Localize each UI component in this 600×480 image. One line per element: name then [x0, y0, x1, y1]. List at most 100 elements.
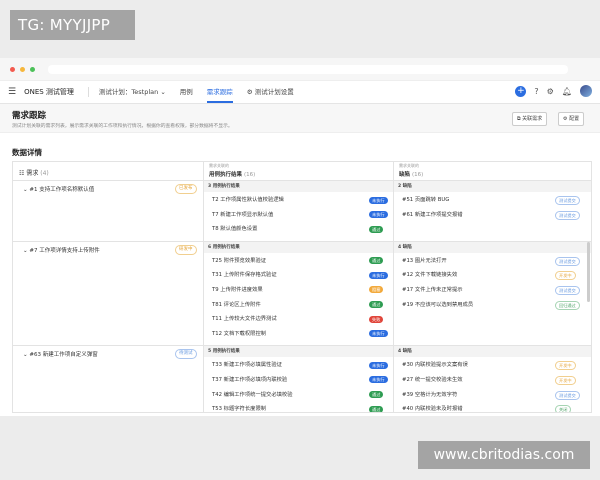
req-count: (4)	[40, 170, 49, 177]
case-group-header: 5 用例执行结果	[204, 346, 393, 358]
case-count: (16)	[243, 172, 256, 178]
case-row[interactable]: T8 默认值颜色设置	[212, 222, 257, 236]
nav-divider	[87, 87, 89, 97]
req-title-text: #1 支持工作项名称默认值	[29, 187, 95, 193]
bug-row[interactable]: #19 不应该可以选到禁用成员	[402, 298, 473, 312]
gear-icon: ⚙	[246, 88, 253, 96]
case-group-header: 3 用例执行结果	[204, 181, 393, 192]
case-status-badge: 未执行	[369, 211, 388, 219]
req-group: ⌄ #7 工作项详情支持上传附件 研发中 6 用例执行结果 4 缺陷 T25 附件预览效…	[13, 241, 591, 347]
menu-icon[interactable]: ☰	[8, 87, 16, 97]
case-status-badge: 未执行	[369, 330, 388, 338]
bug-row[interactable]: #40 内联校验未及时报错	[402, 402, 463, 412]
config-button[interactable]: ⚙ 配置	[558, 112, 585, 126]
bug-header-sub: 需求关联的	[399, 163, 419, 168]
address-bar[interactable]	[48, 64, 568, 74]
column-divider	[203, 162, 204, 412]
case-row[interactable]: T42 编辑工作项统一提交必填校验	[212, 388, 293, 402]
close-dot[interactable]	[10, 66, 15, 72]
page-title: 需求跟踪	[12, 111, 47, 121]
case-status-badge: 通过	[369, 257, 384, 265]
page-description: 测试计划关联的需求列表，展示需求关联的工作项和执行情况，根据你的查看权限，部分数…	[12, 124, 233, 129]
case-row[interactable]: T2 工作项属性默认值校验逻辑	[212, 193, 284, 207]
req-title[interactable]: ⌄ #1 支持工作项名称默认值	[23, 185, 94, 193]
case-status-badge: 未执行	[369, 271, 388, 279]
bug-row[interactable]: #12 文件下载链接失效	[402, 268, 457, 282]
req-status-badge: 待测试	[175, 349, 197, 360]
link-req-button[interactable]: ⧉ 关联需求	[512, 112, 548, 126]
case-group-header: 6 用例执行结果	[204, 241, 393, 253]
avatar[interactable]	[580, 85, 592, 97]
case-row[interactable]: T37 新建工作项必填项内联校验	[212, 373, 287, 387]
page-header: 需求跟踪 测试计划关联的需求列表，展示需求关联的工作项和执行情况，根据你的查看权…	[0, 104, 600, 133]
req-title[interactable]: ⌄ #7 工作项详情支持上传附件	[23, 246, 100, 254]
settings-icon[interactable]: ⚙	[547, 87, 554, 96]
case-row[interactable]: T25 附件预览效果验证	[212, 254, 266, 268]
case-row[interactable]: T11 上传较大文件边界测试	[212, 312, 277, 326]
case-status-badge: 通过	[369, 225, 384, 233]
bell-icon[interactable]: 🔔︎	[562, 87, 572, 96]
bug-group-header: 2 缺陷	[394, 181, 591, 192]
tab-req-trace[interactable]: 需求跟踪	[206, 81, 233, 103]
scrollbar[interactable]	[587, 242, 590, 302]
gear-icon: ⚙	[563, 116, 568, 122]
bug-column-header: 缺陷 (16)	[399, 170, 423, 178]
case-row[interactable]: T9 上传附件进度效果	[212, 283, 263, 297]
case-status-badge: 通过	[369, 301, 384, 309]
trace-table: ☷ 需求 (4) 需求关联的 用例执行结果 (16) 需求关联的 缺陷 (16)…	[12, 161, 592, 413]
link-icon: ⧉	[517, 116, 521, 122]
case-row[interactable]: T31 上传附件保存格式验证	[212, 268, 277, 282]
req-title-text: #7 工作项详情支持上传附件	[29, 247, 100, 254]
req-title[interactable]: ⌄ #63 新建工作项自定义弹窗	[23, 350, 98, 358]
plan-selector[interactable]: 测试计划：Testplan ⌄	[99, 81, 166, 103]
req-group: ⌄ #1 支持工作项名称默认值 已发布 3 用例执行结果 2 缺陷 T2 工作项属性默认…	[13, 181, 591, 242]
tab-plan-settings[interactable]: ⚙ 测试计划设置	[247, 81, 294, 103]
link-req-label: 关联需求	[522, 116, 543, 122]
bug-row[interactable]: #39 空格计为无效字符	[402, 388, 457, 402]
tab-cases[interactable]: 用例	[180, 81, 193, 103]
bug-row[interactable]: #27 统一提交校验未生效	[402, 373, 463, 387]
add-icon[interactable]: +	[515, 85, 527, 97]
bug-status-badge: 测试提交	[555, 196, 580, 205]
bug-row[interactable]: #17 文件上传未正常提示	[402, 283, 463, 297]
bug-status-badge: 开发中	[555, 375, 576, 385]
help-icon[interactable]: ?	[534, 87, 538, 96]
case-status-badge: 未执行	[369, 361, 388, 369]
case-row[interactable]: T12 文档下载权限控制	[212, 327, 266, 341]
table-body: ⌄ #1 支持工作项名称默认值 已发布 3 用例执行结果 2 缺陷 T2 工作项属性默认…	[13, 181, 591, 412]
bug-row[interactable]: #61 新建工作项提交报错	[402, 208, 463, 222]
case-row[interactable]: T53 标题字符长度限制	[212, 402, 266, 412]
req-header-label: 需求	[26, 170, 39, 177]
case-status-badge: 失败	[369, 315, 384, 323]
case-row[interactable]: T81 评论区上传附件	[212, 298, 261, 312]
bug-header-label: 缺陷	[399, 172, 411, 178]
bug-status-badge: 测试提交	[555, 210, 580, 220]
bug-row[interactable]: #51 页面跳转 BUG	[402, 193, 449, 207]
case-status-badge: 通过	[369, 391, 384, 399]
minimize-dot[interactable]	[20, 66, 25, 72]
bug-status-badge: 测试提交	[555, 390, 580, 400]
browser-chrome	[0, 58, 600, 81]
req-status-badge: 已发布	[175, 184, 197, 194]
case-row[interactable]: T33 新建工作项必填属性验证	[212, 358, 282, 372]
bug-status-badge: 测试提交	[555, 285, 580, 295]
section-title: 数据详情	[12, 148, 42, 157]
req-group: ⌄ #63 新建工作项自定义弹窗 待测试 5 用例执行结果 4 缺陷 T33 新建工作项…	[13, 346, 591, 412]
top-tag: TG: MYYJJPP	[10, 10, 135, 40]
list-icon: ☷	[19, 170, 25, 177]
bug-status-badge: 关闭	[555, 405, 572, 412]
case-status-badge: 未执行	[369, 196, 388, 204]
case-row[interactable]: T7 新建工作项显示默认值	[212, 208, 273, 222]
browser-window: ☰ ONES 测试管理 测试计划：Testplan ⌄ 用例 需求跟踪 ⚙ 测试…	[0, 58, 600, 416]
bug-row[interactable]: #30 内联校验提示文案有误	[402, 358, 468, 372]
watermark: www.cbritodias.com	[418, 441, 590, 469]
plan-selector-label: 测试计划：Testplan	[98, 88, 159, 96]
req-column-header: ☷ 需求 (4)	[19, 168, 49, 177]
case-header-sub: 需求关联的	[209, 163, 229, 168]
column-divider	[393, 162, 394, 412]
bug-row[interactable]: #13 图片无法打开	[402, 254, 447, 268]
maximize-dot[interactable]	[30, 66, 35, 72]
case-column-header: 用例执行结果 (16)	[209, 170, 255, 178]
bug-group-header: 4 缺陷	[394, 241, 591, 253]
bug-status-badge: 开发中	[555, 271, 576, 281]
